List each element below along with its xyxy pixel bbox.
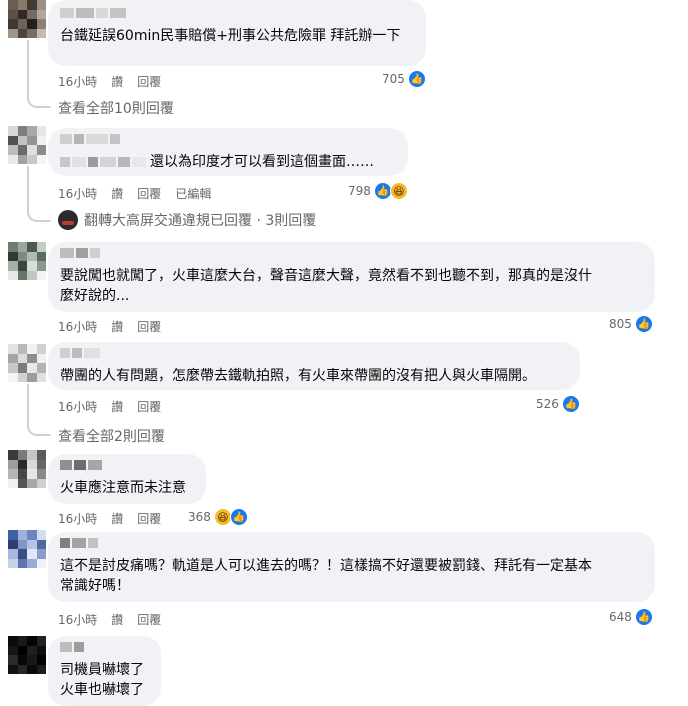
reaction-summary[interactable]: 705 👍 <box>382 70 426 88</box>
author-name[interactable] <box>60 134 396 146</box>
like-button[interactable]: 讚 <box>111 73 123 90</box>
comment-text: 火車應注意而未注意 <box>60 480 186 496</box>
comment-text: 司機員嚇壞了 火車也嚇壞了 <box>60 662 144 698</box>
comment-text: 台鐵延誤60min民事賠償+刑事公共危險罪 拜託辦一下 <box>60 28 401 44</box>
avatar[interactable] <box>8 450 46 488</box>
reply-summary-text: 翻轉大高屏交通違規已回覆 · 3則回覆 <box>84 213 317 229</box>
reaction-summary[interactable]: 798 👍 😆 <box>348 182 408 200</box>
reaction-count: 648 <box>609 610 632 624</box>
avatar[interactable] <box>8 242 46 280</box>
reply-summary-link[interactable]: 翻轉大高屏交通違規已回覆 · 3則回覆 <box>58 210 316 230</box>
like-icon: 👍 <box>229 508 248 526</box>
view-replies-link[interactable]: 查看全部10則回覆 <box>58 98 174 118</box>
author-name[interactable] <box>60 248 643 260</box>
timestamp[interactable]: 16小時 <box>58 73 97 90</box>
comment-meta: 16小時 讚 回覆 <box>58 611 175 628</box>
comment-text: 還以為印度才可以看到這個畫面…… <box>150 154 374 170</box>
timestamp[interactable]: 16小時 <box>58 185 97 202</box>
avatar[interactable] <box>8 344 46 382</box>
reply-button[interactable]: 回覆 <box>137 185 161 202</box>
reaction-count: 368 <box>188 510 211 524</box>
author-name[interactable] <box>60 8 414 20</box>
comment-bubble: 台鐵延誤60min民事賠償+刑事公共危險罪 拜託辦一下 <box>48 0 426 66</box>
comment-meta: 16小時 讚 回覆 <box>58 510 175 527</box>
reaction-summary[interactable]: 526 👍 <box>536 395 580 413</box>
like-button[interactable]: 讚 <box>111 318 123 335</box>
comment-meta: 16小時 讚 回覆 已編輯 <box>58 185 225 202</box>
comment-meta: 16小時 讚 回覆 <box>58 398 175 415</box>
replier-avatar <box>58 210 78 230</box>
comment-bubble: 這不是討皮痛嗎？軌道是人可以進去的嗎？！這樣搞不好還要被罰錢、拜託有一定基本 常… <box>48 532 655 602</box>
thread-connector <box>27 40 51 108</box>
avatar[interactable] <box>8 636 46 674</box>
view-replies-link[interactable]: 查看全部2則回覆 <box>58 426 165 446</box>
like-button[interactable]: 讚 <box>111 185 123 202</box>
reaction-count: 798 <box>348 184 371 198</box>
avatar[interactable] <box>8 0 46 38</box>
comment-text: 這不是討皮痛嗎？軌道是人可以進去的嗎？！這樣搞不好還要被罰錢、拜託有一定基本 常… <box>60 558 592 594</box>
comment-bubble: 還以為印度才可以看到這個畫面…… <box>48 128 408 176</box>
avatar[interactable] <box>8 530 46 568</box>
timestamp[interactable]: 16小時 <box>58 398 97 415</box>
timestamp[interactable]: 16小時 <box>58 510 97 527</box>
comment-bubble: 火車應注意而未注意 <box>48 454 206 504</box>
like-icon: 👍 <box>407 70 426 88</box>
author-name[interactable] <box>60 642 149 654</box>
haha-icon: 😆 <box>389 182 408 200</box>
reaction-summary[interactable]: 648 👍 <box>609 608 653 626</box>
like-icon: 👍 <box>634 608 653 626</box>
author-name[interactable] <box>60 348 568 360</box>
like-button[interactable]: 讚 <box>111 611 123 628</box>
comment-text: 帶團的人有問題，怎麼帶去鐵軌拍照，有火車來帶團的沒有把人與火車隔開。 <box>60 368 536 384</box>
reaction-count: 805 <box>609 317 632 331</box>
comment-meta: 16小時 讚 回覆 <box>58 318 175 335</box>
avatar[interactable] <box>8 126 46 164</box>
reply-button[interactable]: 回覆 <box>137 611 161 628</box>
like-button[interactable]: 讚 <box>111 510 123 527</box>
reply-button[interactable]: 回覆 <box>137 510 161 527</box>
reaction-count: 705 <box>382 72 405 86</box>
comment-text: 要說闖也就闖了，火車這麼大台，聲音這麼大聲，竟然看不到也聽不到，那真的是沒什 麼… <box>60 268 592 304</box>
timestamp[interactable]: 16小時 <box>58 611 97 628</box>
author-name[interactable] <box>60 538 643 550</box>
comment-meta: 16小時 讚 回覆 <box>58 73 175 90</box>
mentioned-name[interactable] <box>60 157 146 167</box>
timestamp[interactable]: 16小時 <box>58 318 97 335</box>
author-name[interactable] <box>60 460 194 472</box>
reaction-count: 526 <box>536 397 559 411</box>
reaction-summary[interactable]: 368 😆 👍 <box>188 508 248 526</box>
thread-connector <box>27 166 51 222</box>
comment-bubble: 要說闖也就闖了，火車這麼大台，聲音這麼大聲，竟然看不到也聽不到，那真的是沒什 麼… <box>48 242 655 312</box>
edited-label[interactable]: 已編輯 <box>175 185 211 202</box>
like-icon: 👍 <box>561 395 580 413</box>
reply-button[interactable]: 回覆 <box>137 318 161 335</box>
comment-bubble: 帶團的人有問題，怎麼帶去鐵軌拍照，有火車來帶團的沒有把人與火車隔開。 <box>48 342 580 390</box>
reply-button[interactable]: 回覆 <box>137 73 161 90</box>
comment-bubble: 司機員嚇壞了 火車也嚇壞了 <box>48 636 161 706</box>
reaction-summary[interactable]: 805 👍 <box>609 315 653 333</box>
reply-button[interactable]: 回覆 <box>137 398 161 415</box>
thread-connector <box>27 384 51 436</box>
like-button[interactable]: 讚 <box>111 398 123 415</box>
like-icon: 👍 <box>634 315 653 333</box>
